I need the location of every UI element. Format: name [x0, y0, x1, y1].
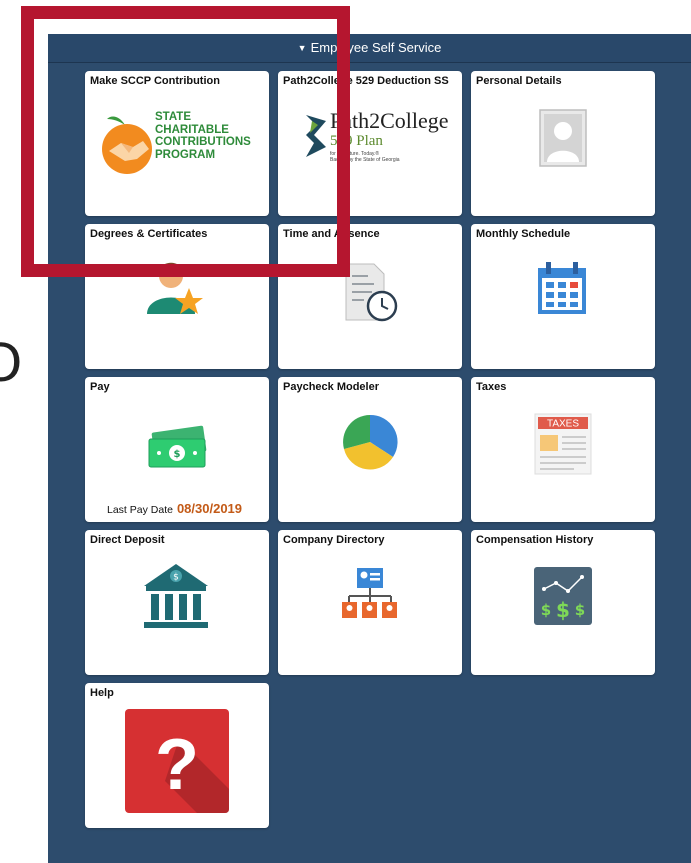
pie-chart-icon: [343, 414, 398, 470]
tile-title: Compensation History: [476, 534, 594, 546]
bank-building-icon: $: [144, 564, 208, 628]
tax-form-icon: TAXES: [534, 413, 592, 475]
tile-title: Help: [90, 687, 114, 699]
svg-text:$: $: [556, 598, 570, 622]
money-bills-icon: $: [148, 425, 207, 468]
tile-personal-details[interactable]: Personal Details: [471, 71, 655, 216]
last-pay-date: Last Pay Date 08/30/2019: [107, 501, 243, 516]
tile-title: Pay: [90, 381, 110, 393]
tile-taxes[interactable]: Taxes TAXES: [471, 377, 655, 522]
tile-monthly-schedule[interactable]: Monthly Schedule: [471, 224, 655, 369]
salary-trend-icon: $ $ $: [534, 567, 592, 625]
highlight-box: [21, 6, 350, 277]
tile-help[interactable]: Help ?: [85, 683, 269, 828]
tile-paycheck-modeler[interactable]: Paycheck Modeler: [278, 377, 462, 522]
svg-text:$: $: [541, 601, 551, 619]
partial-glyph: Ɔ: [0, 334, 23, 394]
tile-title: Paycheck Modeler: [283, 381, 379, 393]
question-mark-icon: ?: [125, 709, 229, 813]
tile-compensation-history[interactable]: Compensation History $ $ $: [471, 530, 655, 675]
tile-direct-deposit[interactable]: Direct Deposit $: [85, 530, 269, 675]
last-pay-date-value: 08/30/2019: [176, 501, 243, 516]
svg-text:?: ?: [155, 725, 199, 805]
svg-text:TAXES: TAXES: [547, 419, 579, 430]
tile-title: Taxes: [476, 381, 507, 393]
tile-company-directory[interactable]: Company Directory: [278, 530, 462, 675]
org-chart-icon: [342, 568, 397, 618]
svg-text:$: $: [174, 449, 181, 460]
tile-title: Company Directory: [283, 534, 385, 546]
tile-title: Direct Deposit: [90, 534, 165, 546]
tile-pay[interactable]: Pay $ Last Pay Date 08/30/2019: [85, 377, 269, 522]
tile-title: Personal Details: [476, 75, 562, 87]
calendar-icon: [538, 262, 586, 314]
svg-text:$: $: [173, 573, 179, 583]
document-clock-icon: [345, 263, 398, 322]
person-silhouette-icon: [539, 109, 587, 167]
tile-title: Monthly Schedule: [476, 228, 571, 240]
svg-text:$: $: [575, 601, 585, 619]
